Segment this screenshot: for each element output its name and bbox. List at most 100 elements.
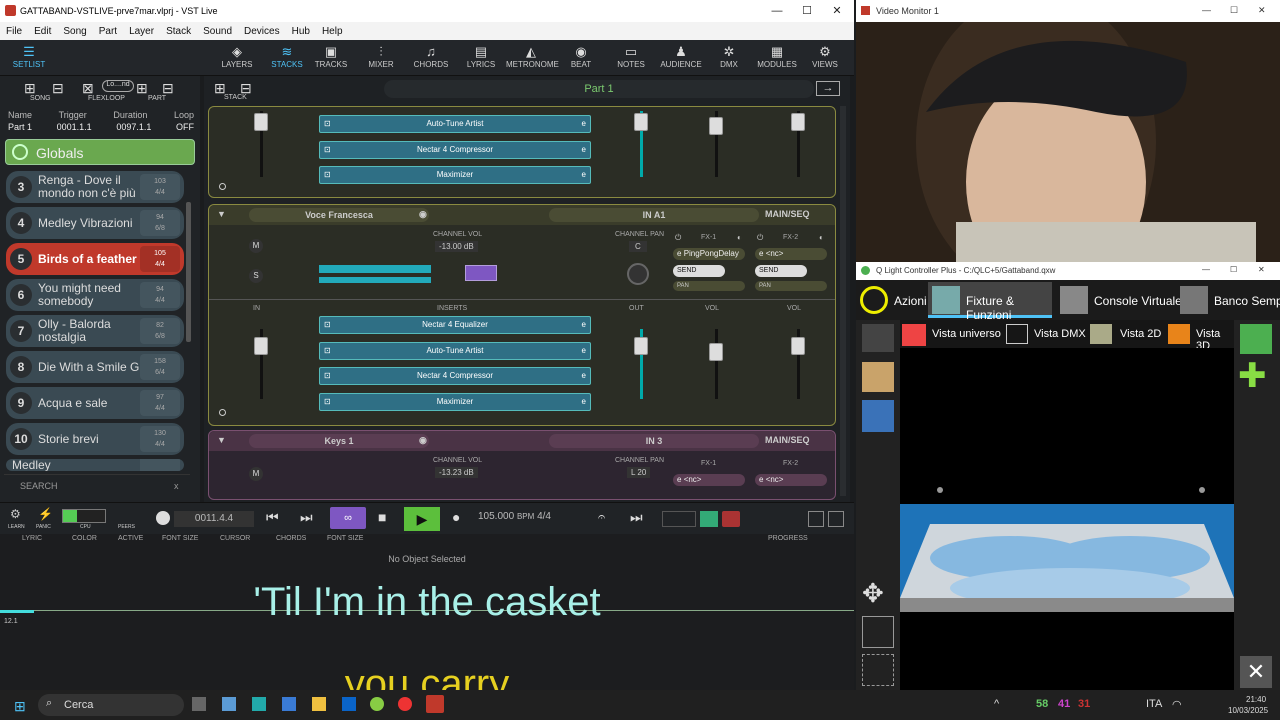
taskbar-search[interactable]: ⌕ Cerca [38,694,184,716]
rewind-icon[interactable]: ⏮ [266,509,279,526]
fx2-send[interactable]: SEND [755,265,807,277]
in-fader[interactable] [254,337,268,355]
dmx-icon[interactable] [1006,324,1028,344]
out-fader[interactable] [634,337,648,355]
add-fixture-icon[interactable] [862,324,894,352]
insert-slot[interactable]: ⊡ Maximizer e [319,166,591,184]
lyric-column-header[interactable]: FONT SIZE [162,535,198,542]
search-box[interactable]: SEARCH x [4,474,190,496]
track-name[interactable]: Keys 1 [249,434,429,448]
maximize-icon[interactable]: ☐ [1230,265,1237,274]
stack-scrollbar[interactable] [840,106,846,496]
song-item[interactable]: 9 Acqua e sale 97 4/4 [6,387,184,419]
collapse-icon[interactable]: ▼ [217,435,226,445]
out-fader[interactable] [634,113,648,131]
toolbar-metronome[interactable]: ◭ METRONOME [506,44,559,69]
lyric-column-header[interactable]: CURSOR [220,535,250,542]
insert-power-icon[interactable]: ⊡ [324,317,331,333]
fx1-mute-icon[interactable]: ◐ [737,233,742,242]
insert-edit[interactable]: e [582,317,586,333]
setlist-scrollbar[interactable] [186,202,191,342]
toolbar-stacks[interactable]: ≋ STACKS [262,44,312,69]
vol-fader-1[interactable] [709,343,723,361]
clock-date[interactable]: 10/03/2025 [1228,706,1268,715]
fx2-mute-icon[interactable]: ◐ [819,233,824,242]
close-icon[interactable]: ✕ [822,0,852,22]
insert-slot[interactable]: ⊡ Auto-Tune Artist e [319,115,591,133]
bookmark-icon[interactable] [862,400,894,432]
explorer-icon[interactable] [312,697,326,711]
simple-desk-icon[interactable] [1180,286,1208,314]
fx2-pan[interactable]: PAN [755,281,827,291]
insert-edit[interactable]: e [582,167,586,183]
menu-sound[interactable]: Sound [203,26,232,37]
insert-slot[interactable]: ⊡ Auto-Tune Artist e [319,341,591,360]
song-item[interactable]: Medley [6,459,184,471]
insert-power-icon[interactable]: ⊡ [324,368,331,384]
info-value-2[interactable]: 0097.1.1 [116,122,151,132]
add-icon[interactable]: ✚ [1238,358,1267,394]
tempo-display[interactable]: 105.000 BPM 4/4 [478,511,551,522]
track-name[interactable]: Voce Francesca [249,208,429,222]
color-cube-icon[interactable] [1240,324,1272,354]
toolbar-views[interactable]: ⚙ VIEWS [800,44,850,69]
fx2-slot[interactable]: e <nc> [755,474,827,486]
windows-start-icon[interactable]: ⊞ [14,698,26,715]
song-item[interactable]: 8 Die With a Smile G 158 6/4 [6,351,184,383]
vst-task-icon[interactable] [426,695,444,713]
minimize-icon[interactable]: — [762,0,792,22]
box-icon[interactable] [862,362,894,392]
fx1-slot[interactable]: e <nc> [673,474,745,486]
setlist-button[interactable]: ☰ SETLIST [4,44,54,69]
view3d-icon[interactable] [1168,324,1190,344]
toolbar-mixer[interactable]: ⫶ MIXER [356,44,406,69]
task-view-icon[interactable] [192,697,206,711]
tab-azioni[interactable]: Azioni [894,294,927,308]
info-value-1[interactable]: 0001.1.1 [57,122,92,132]
tray-chevron-icon[interactable]: ^ [994,698,999,710]
vol-slider-thumb[interactable] [465,265,497,281]
tab-console[interactable]: Console Virtuale [1094,294,1182,308]
song-item[interactable]: 3 Renga - Dove il mondo non c'è più 103 4/4 [6,171,184,203]
channel-pan-value[interactable]: L 20 [627,467,651,478]
maximize-icon[interactable]: ☐ [792,0,822,22]
insert-power-icon[interactable]: ⊡ [324,116,331,132]
tab-dmx[interactable]: Vista DMX [1034,328,1086,340]
track-input[interactable]: IN A1 [549,208,759,222]
next-part-icon[interactable]: → [816,81,840,96]
close-icon[interactable]: ✕ [1258,265,1265,274]
info-value-0[interactable]: Part 1 [8,122,32,132]
fx1-pan[interactable]: PAN [673,281,745,291]
checklist-icon[interactable] [862,616,894,648]
vol-fader-1[interactable] [709,117,723,135]
lyric-column-header[interactable]: FONT SIZE [327,535,363,542]
song-item[interactable]: 6 You might need somebody 94 4/4 [6,279,184,311]
toolbar-dmx[interactable]: ✲ DMX [704,44,754,69]
store-icon[interactable] [282,697,296,711]
select-icon[interactable] [862,654,894,686]
move-icon[interactable]: ✥ [862,578,884,609]
panic-icon[interactable]: ⚡ [38,507,53,521]
console-icon[interactable] [1060,286,1088,314]
minimize-icon[interactable]: — [1202,265,1210,274]
pin-icon[interactable]: ◉ [419,209,427,220]
menu-help[interactable]: Help [322,26,343,37]
song-item[interactable]: 5 Birds of a feather 105 4/4 [6,243,184,275]
chrome-icon[interactable] [398,697,412,711]
insert-power-icon[interactable]: ⊡ [324,394,331,410]
track-header[interactable]: ▼ Keys 1 ◉ IN 3 MAIN/SEQ [209,431,835,451]
lyric-column-header[interactable]: COLOR [72,535,97,542]
outlook-icon[interactable] [342,697,356,711]
insert-power-icon[interactable]: ⊡ [324,142,331,158]
minimize-icon[interactable]: — [1202,5,1211,15]
lyric-column-header[interactable]: PROGRESS [768,535,808,542]
record-icon[interactable]: ● [452,509,460,525]
lyric-column-header[interactable]: ACTIVE [118,535,143,542]
metronome-icon[interactable]: 𝄐 [598,509,605,525]
mute-button[interactable]: M [249,239,263,253]
fx1-send[interactable]: SEND [673,265,725,277]
remove-song-icon[interactable]: ⊟ [52,80,64,97]
insert-power-icon[interactable]: ⊡ [324,343,331,359]
fx1-power-icon[interactable]: ⏻ [675,233,681,243]
qlc-task-icon[interactable] [370,697,384,711]
